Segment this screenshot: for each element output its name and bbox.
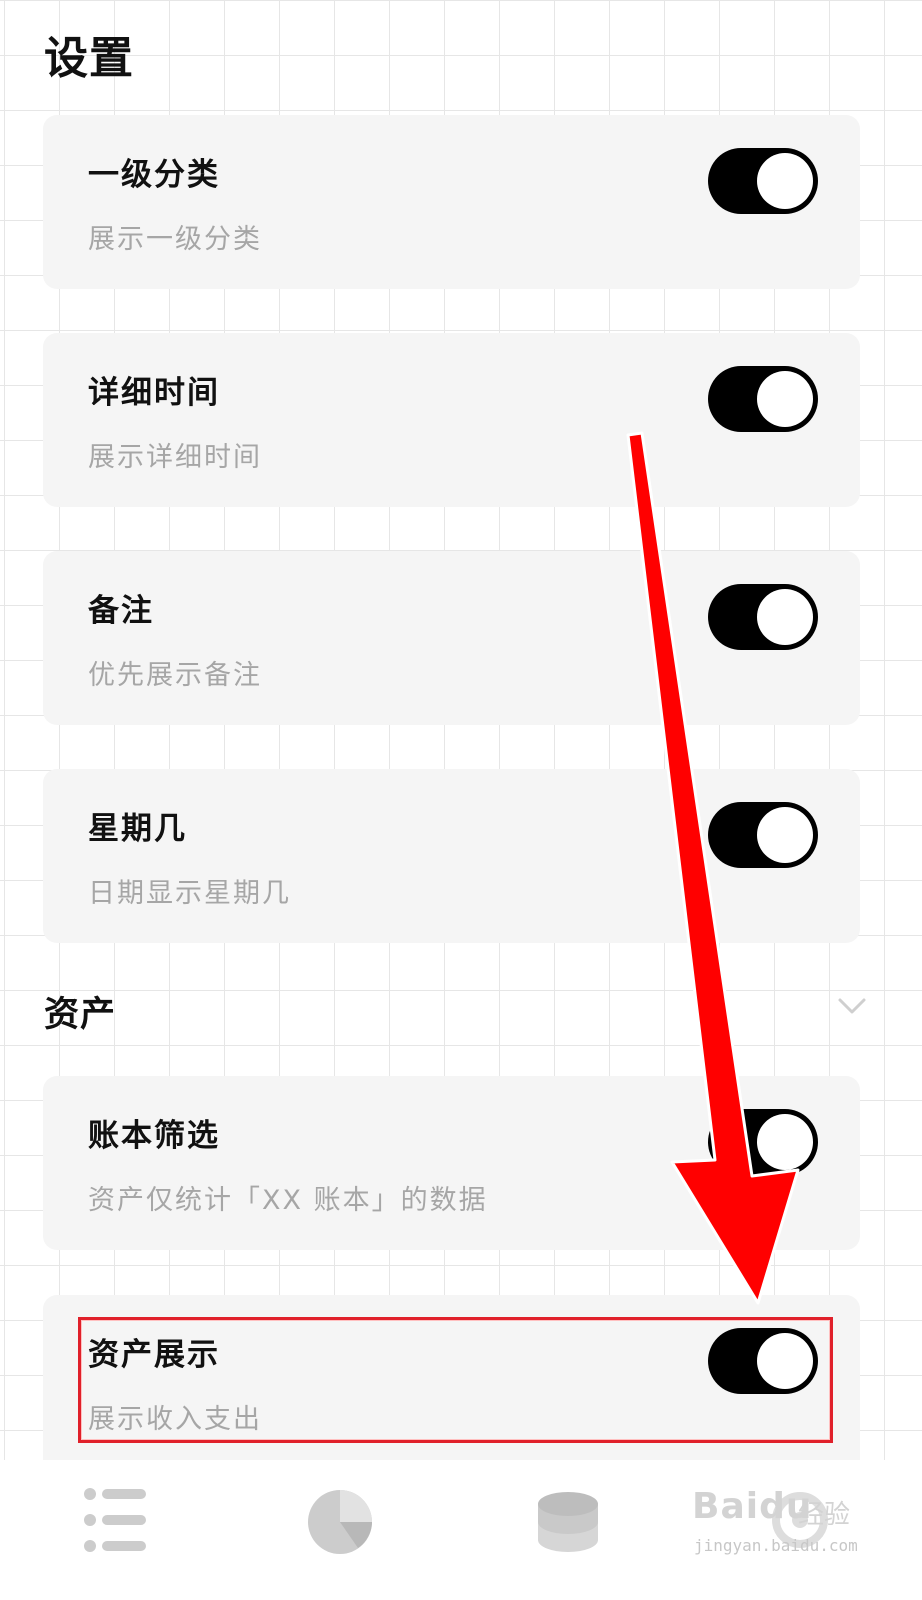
setting-card-primary-category: 一级分类 展示一级分类 bbox=[43, 115, 860, 289]
toggle-knob bbox=[757, 371, 813, 427]
setting-title: 备注 bbox=[88, 593, 154, 629]
setting-card-weekday: 星期几 日期显示星期几 bbox=[43, 769, 860, 943]
watermark-brand: Baidu bbox=[692, 1486, 813, 1527]
ledger-filter-toggle[interactable] bbox=[708, 1109, 818, 1175]
setting-title: 账本筛选 bbox=[88, 1118, 220, 1154]
setting-description: 资产仅统计「XX 账本」的数据 bbox=[88, 1185, 488, 1216]
setting-card-notes: 备注 优先展示备注 bbox=[43, 551, 860, 725]
setting-title: 星期几 bbox=[88, 811, 187, 847]
setting-description: 展示详细时间 bbox=[88, 442, 262, 473]
watermark-cn: 经验 bbox=[798, 1500, 851, 1530]
toggle-knob bbox=[757, 589, 813, 645]
coin-stack-icon[interactable] bbox=[528, 1480, 608, 1560]
setting-title: 详细时间 bbox=[88, 375, 220, 411]
watermark-url: jingyan.baidu.com bbox=[694, 1536, 858, 1555]
notes-toggle[interactable] bbox=[708, 584, 818, 650]
setting-description: 优先展示备注 bbox=[88, 660, 262, 691]
assets-section-title: 资产 bbox=[44, 995, 117, 1035]
pie-chart-icon[interactable] bbox=[302, 1480, 382, 1560]
setting-card-ledger-filter: 账本筛选 资产仅统计「XX 账本」的数据 bbox=[43, 1076, 860, 1250]
setting-title: 一级分类 bbox=[88, 157, 220, 193]
annotation-highlight-box bbox=[78, 1317, 833, 1443]
setting-card-detailed-time: 详细时间 展示详细时间 bbox=[43, 333, 860, 507]
primary-category-toggle[interactable] bbox=[708, 148, 818, 214]
setting-description: 日期显示星期几 bbox=[88, 878, 291, 909]
weekday-toggle[interactable] bbox=[708, 802, 818, 868]
chevron-down-icon[interactable] bbox=[836, 994, 868, 1018]
toggle-knob bbox=[757, 807, 813, 863]
detailed-time-toggle[interactable] bbox=[708, 366, 818, 432]
list-icon[interactable] bbox=[78, 1480, 158, 1560]
page-title: 设置 bbox=[44, 33, 134, 84]
toggle-knob bbox=[757, 1114, 813, 1170]
toggle-knob bbox=[757, 153, 813, 209]
setting-description: 展示一级分类 bbox=[88, 224, 262, 255]
watermark-logo: Baidu 经验 jingyan.baidu.com bbox=[680, 1478, 880, 1568]
